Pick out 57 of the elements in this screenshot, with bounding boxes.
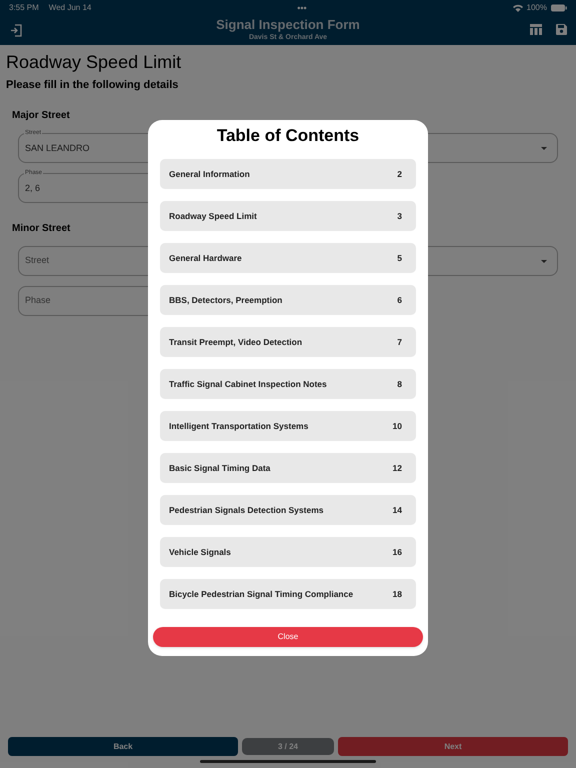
page-number: 12 bbox=[392, 462, 402, 474]
contents-item[interactable]: Vehicle Signals 16 bbox=[160, 537, 416, 567]
section-heading: Minor Street bbox=[11, 222, 72, 236]
page-number: 16 bbox=[392, 546, 402, 558]
battery-percent: 100% bbox=[526, 2, 547, 14]
header-title: Signal Inspection Form bbox=[216, 17, 360, 33]
page-number: 2 bbox=[397, 168, 402, 180]
section-name: Basic Signal Timing Data bbox=[169, 462, 270, 474]
dialog-title: Table of Contents bbox=[216, 125, 360, 147]
table-icon[interactable] bbox=[530, 24, 542, 35]
field-value: 2, 6 bbox=[25, 182, 40, 195]
logout-icon[interactable] bbox=[10, 24, 23, 37]
back-button[interactable]: Back bbox=[8, 737, 238, 756]
battery-icon bbox=[550, 4, 567, 12]
page-number: 18 bbox=[392, 588, 402, 600]
caret-icon bbox=[541, 146, 547, 150]
multitasking-dots: ••• bbox=[297, 4, 307, 12]
section-heading: Major Street bbox=[11, 108, 71, 122]
contents-item[interactable]: General Information 2 bbox=[160, 159, 416, 189]
instructions-text: Please fill in the following details bbox=[6, 78, 180, 93]
contents-item[interactable]: General Hardware 5 bbox=[160, 243, 416, 273]
section-name: Traffic Signal Cabinet Inspection Notes bbox=[169, 378, 327, 390]
field-value: SAN LEANDRO bbox=[25, 142, 90, 155]
contents-item[interactable]: Bicycle Pedestrian Signal Timing Compliance 18 bbox=[160, 579, 416, 609]
wifi-icon bbox=[512, 4, 523, 12]
caret-icon bbox=[541, 260, 547, 262]
contents-item[interactable]: Roadway Speed Limit 3 bbox=[160, 201, 416, 231]
section-name: General Hardware bbox=[169, 252, 242, 264]
save-icon[interactable] bbox=[556, 24, 567, 35]
section-name: Intelligent Transportation Systems bbox=[169, 420, 308, 432]
section-name: BBS, Detectors, Preemption bbox=[169, 294, 282, 306]
section-name: Pedestrian Signals Detection Systems bbox=[169, 504, 324, 516]
section-name: Bicycle Pedestrian Signal Timing Compliance bbox=[169, 588, 354, 600]
page-number: 3 bbox=[397, 210, 402, 222]
field-placeholder: Phase bbox=[25, 294, 51, 307]
page-indicator: 3 / 24 bbox=[242, 738, 334, 755]
close-button[interactable]: Close bbox=[153, 627, 423, 647]
status-time: 3:55 PM bbox=[9, 2, 39, 14]
contents-item[interactable]: Traffic Signal Cabinet Inspection Notes 8 bbox=[160, 369, 416, 399]
contents-item[interactable]: Intelligent Transportation Systems 10 bbox=[160, 411, 416, 441]
section-name: General Information bbox=[169, 168, 250, 180]
page-number: 14 bbox=[392, 504, 402, 516]
field-placeholder: Street bbox=[25, 254, 50, 267]
section-name: Roadway Speed Limit bbox=[169, 210, 257, 222]
page-title: Roadway Speed Limit bbox=[6, 51, 182, 73]
page-number: 10 bbox=[392, 420, 402, 432]
section-name: Transit Preempt, Video Detection bbox=[169, 336, 302, 348]
contents-item[interactable]: Transit Preempt, Video Detection 7 bbox=[160, 327, 416, 357]
contents-item[interactable]: BBS, Detectors, Preemption 6 bbox=[160, 285, 416, 315]
section-name: Vehicle Signals bbox=[169, 546, 231, 558]
contents-item[interactable]: Basic Signal Timing Data 12 bbox=[160, 453, 416, 483]
page-number: 7 bbox=[397, 336, 402, 348]
status-date: Wed Jun 14 bbox=[48, 2, 92, 14]
page-number: 5 bbox=[397, 252, 402, 264]
page-number: 6 bbox=[397, 294, 402, 306]
page-number: 8 bbox=[397, 378, 402, 390]
contents-item[interactable]: Pedestrian Signals Detection Systems 14 bbox=[160, 495, 416, 525]
